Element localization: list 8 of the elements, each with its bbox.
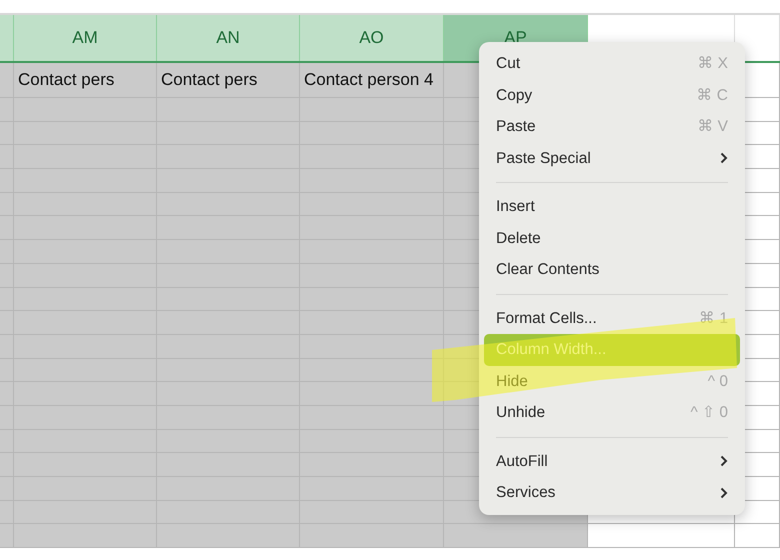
table-cell: Contact person 4 — [300, 63, 444, 98]
shortcut-text: ^ ⇧ 0 — [690, 403, 728, 424]
shortcut-text: ⌘ X — [697, 54, 728, 74]
shortcut-text: ⌘ C — [696, 86, 728, 106]
shortcut-text: ^ 0 — [708, 372, 728, 392]
table-cell: Contact pers — [157, 63, 300, 98]
table-cell: Contact pers — [14, 63, 157, 98]
shortcut-text: ⌘ V — [697, 117, 728, 138]
